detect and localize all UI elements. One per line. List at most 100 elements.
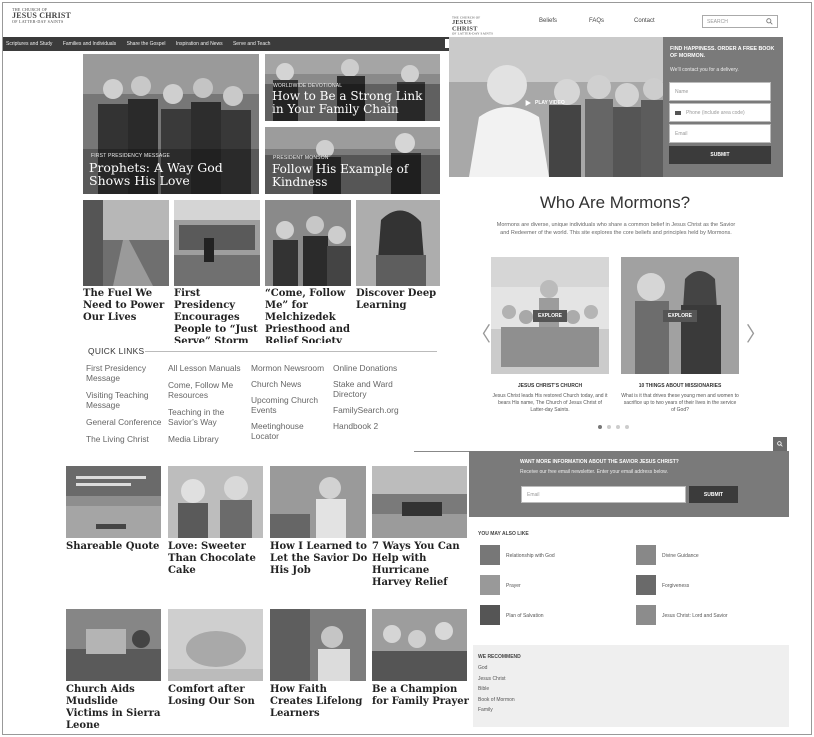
- carousel-title-church[interactable]: JESUS CHRIST’S CHURCH: [491, 383, 609, 389]
- name-field[interactable]: Name: [669, 82, 771, 101]
- quick-links-col-2: All Lesson Manuals Come, Follow Me Resou…: [168, 363, 248, 444]
- search-box[interactable]: SEARCH: [702, 15, 778, 28]
- recommend-god[interactable]: God: [478, 663, 515, 674]
- explore-missionaries-button[interactable]: EXPLORE: [663, 310, 697, 322]
- order-submit-button[interactable]: SUBMIT: [669, 146, 771, 164]
- email-placeholder: Email: [675, 130, 688, 137]
- also-like-divine-guidance[interactable]: Divine Guidance: [662, 553, 699, 559]
- story-title-savior[interactable]: How I Learned to Let the Savior Do His J…: [270, 541, 368, 586]
- recommend-bible[interactable]: Bible: [478, 684, 515, 695]
- recommend-family[interactable]: Family: [478, 705, 515, 716]
- quick-links-col-3: Mormon Newsroom Church News Upcoming Chu…: [251, 363, 329, 441]
- story-title-come-follow-me[interactable]: “Come, Follow Me” for Melchizedek Priest…: [265, 288, 353, 343]
- ql-newsroom[interactable]: Mormon Newsroom: [251, 363, 329, 373]
- thumb-plan-salvation[interactable]: [480, 605, 500, 625]
- story-title-mudslide[interactable]: Church Aids Mudslide Victims in Sierra L…: [66, 684, 163, 729]
- nav-serve-teach[interactable]: Serve and Teach: [233, 41, 270, 47]
- story-image-come-follow-me[interactable]: [265, 200, 351, 286]
- ql-directory[interactable]: Stake and Ward Directory: [333, 379, 413, 399]
- carousel-title-missionaries[interactable]: 10 THINGS ABOUT MISSIONARIES: [621, 383, 739, 389]
- search-icon[interactable]: [766, 18, 773, 25]
- nav-faqs[interactable]: FAQs: [589, 18, 604, 24]
- thumb-prayer[interactable]: [480, 575, 500, 595]
- story-title-faith-learners[interactable]: How Faith Creates Lifelong Learners: [270, 684, 368, 729]
- ql-church-events[interactable]: Upcoming Church Events: [251, 395, 329, 415]
- ql-donations[interactable]: Online Donations: [333, 363, 413, 373]
- story-image-mudslide[interactable]: [66, 609, 161, 681]
- carousel-dot[interactable]: [616, 425, 620, 429]
- story-title-harvey[interactable]: 7 Ways You Can Help with Hurricane Harve…: [372, 541, 470, 599]
- ql-first-presidency[interactable]: First Presidency Message: [86, 363, 164, 383]
- ql-handbook[interactable]: Handbook 2: [333, 421, 413, 431]
- story-image-deep-learning[interactable]: [356, 200, 440, 286]
- featured-card-monson[interactable]: President Monson Follow His Example of K…: [265, 127, 440, 194]
- nav-scriptures[interactable]: Scriptures and Study: [6, 41, 52, 47]
- ql-familysearch[interactable]: FamilySearch.org: [333, 405, 413, 415]
- ql-visiting-teaching[interactable]: Visiting Teaching Message: [86, 390, 164, 410]
- right-logo-sub: OF LATTER-DAY SAINTS: [452, 31, 494, 36]
- recommend-jesus-christ[interactable]: Jesus Christ: [478, 674, 515, 685]
- story-title-fuel[interactable]: The Fuel We Need to Power Our Lives: [83, 288, 171, 328]
- flag-icon[interactable]: [675, 110, 681, 115]
- ql-teaching-savior[interactable]: Teaching in the Savior’s Way: [168, 407, 248, 427]
- recommend-heading: WE RECOMMEND: [478, 654, 521, 660]
- carousel-text-missionaries: What is it that drives these young men a…: [621, 393, 739, 413]
- nav-families[interactable]: Families and Individuals: [63, 41, 116, 47]
- ql-lesson-manuals[interactable]: All Lesson Manuals: [168, 363, 248, 373]
- ql-media-library[interactable]: Media Library: [168, 434, 248, 444]
- thumb-relationship[interactable]: [480, 545, 500, 565]
- carousel-next-arrow[interactable]: 〉: [746, 318, 766, 347]
- also-like-forgiveness[interactable]: Forgiveness: [662, 583, 689, 589]
- story-image-faith-learners[interactable]: [270, 609, 366, 681]
- nav-contact[interactable]: Contact: [634, 18, 655, 24]
- story-image-quote[interactable]: [66, 466, 161, 538]
- story-title-deep-learning[interactable]: Discover Deep Learning: [356, 288, 442, 316]
- story-image-harvey[interactable]: [372, 466, 467, 538]
- thumb-divine-guidance[interactable]: [636, 545, 656, 565]
- phone-field[interactable]: Phone (include area code): [669, 103, 771, 122]
- nav-inspiration[interactable]: Inspiration and News: [176, 41, 223, 47]
- also-like-jesus-christ[interactable]: Jesus Christ: Lord and Savior: [662, 613, 728, 619]
- ql-general-conference[interactable]: General Conference: [86, 417, 164, 427]
- story-image-savior[interactable]: [270, 466, 366, 538]
- newsletter-submit-button[interactable]: SUBMIT: [689, 486, 738, 503]
- carousel-prev-arrow[interactable]: 〈: [471, 318, 491, 347]
- featured-main-card[interactable]: First Presidency Message Prophets: A Way…: [83, 54, 259, 194]
- carousel-dot[interactable]: [607, 425, 611, 429]
- story-image-family-prayer[interactable]: [372, 609, 467, 681]
- also-like-relationship[interactable]: Relationship with God: [506, 553, 555, 559]
- explore-church-button[interactable]: EXPLORE: [533, 310, 567, 322]
- ql-church-news[interactable]: Church News: [251, 379, 329, 389]
- story-title-comfort[interactable]: Comfort after Losing Our Son: [168, 684, 265, 714]
- story-image-love[interactable]: [168, 466, 263, 538]
- story-image-fuel[interactable]: [83, 200, 169, 286]
- ql-meetinghouse[interactable]: Meetinghouse Locator: [251, 421, 329, 441]
- also-like-prayer[interactable]: Prayer: [506, 583, 521, 589]
- recommend-list: God Jesus Christ Bible Book of Mormon Fa…: [478, 663, 515, 716]
- story-title-quote[interactable]: Shareable Quote: [66, 541, 163, 556]
- quick-links-heading: QUICK LINKS: [88, 346, 145, 356]
- ql-living-christ[interactable]: The Living Christ: [86, 434, 164, 444]
- mormon-org-logo[interactable]: THE CHURCH OF JESUS CHRIST OF LATTER-DAY…: [452, 16, 497, 35]
- thumb-jesus-christ[interactable]: [636, 605, 656, 625]
- email-field[interactable]: Email: [669, 124, 771, 143]
- also-like-plan-salvation[interactable]: Plan of Salvation: [506, 613, 544, 619]
- ql-come-follow-me[interactable]: Come, Follow Me Resources: [168, 380, 248, 400]
- story-image-comfort[interactable]: [168, 609, 263, 681]
- story-title-just-serve[interactable]: First Presidency Encourages People to “J…: [174, 288, 262, 343]
- nav-beliefs[interactable]: Beliefs: [539, 18, 557, 24]
- carousel-dot-active[interactable]: [598, 425, 602, 429]
- nav-share-gospel[interactable]: Share the Gospel: [127, 41, 166, 47]
- featured-card-devotional[interactable]: Worldwide Devotional How to Be a Strong …: [265, 54, 440, 121]
- story-image-just-serve[interactable]: [174, 200, 260, 286]
- thumb-forgiveness[interactable]: [636, 575, 656, 595]
- chat-tab[interactable]: [773, 437, 787, 451]
- also-like-heading: YOU MAY ALSO LIKE: [478, 531, 529, 537]
- newsletter-email-field[interactable]: Email: [521, 486, 686, 503]
- play-video-button[interactable]: PLAY VIDEO: [525, 100, 565, 106]
- church-logo[interactable]: THE CHURCH OF JESUS CHRIST OF LATTER-DAY…: [12, 8, 72, 24]
- carousel-dot[interactable]: [625, 425, 629, 429]
- story-title-family-prayer[interactable]: Be a Champion for Family Prayer: [372, 684, 470, 714]
- story-title-love[interactable]: Love: Sweeter Than Chocolate Cake: [168, 541, 265, 586]
- recommend-book-of-mormon[interactable]: Book of Mormon: [478, 695, 515, 706]
